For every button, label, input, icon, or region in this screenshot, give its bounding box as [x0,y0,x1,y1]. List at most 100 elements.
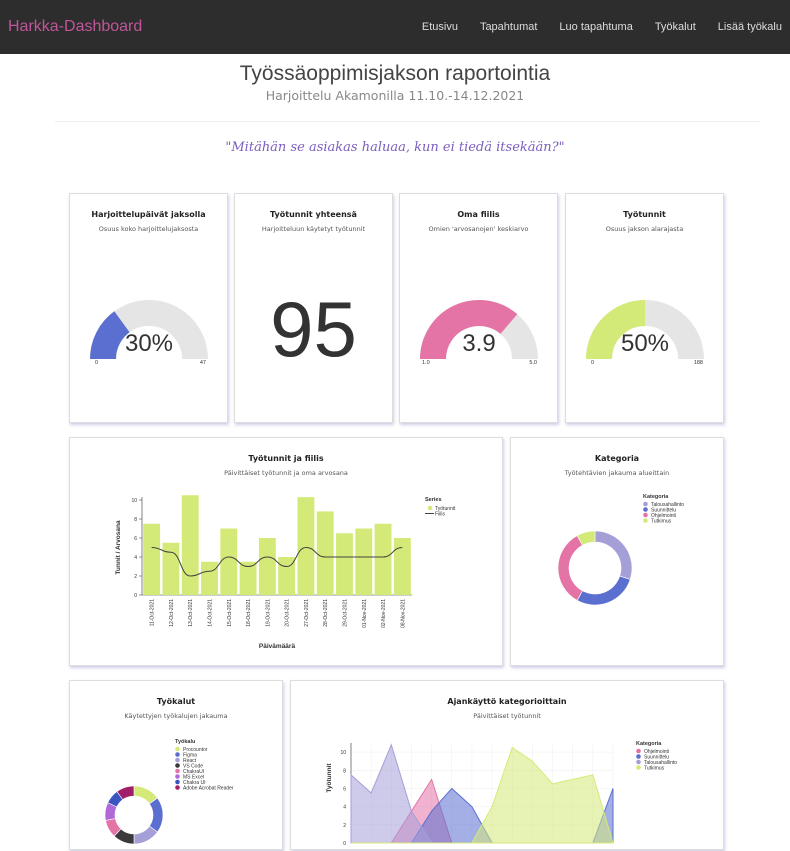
y-tick-label: 8 [343,768,346,774]
legend-swatch [175,746,180,752]
x-tick-label: 29-Oct-2021 [343,599,349,627]
gauge-max: 47 [200,360,206,366]
divider [55,121,760,122]
card-title: Työtunnit [623,210,666,219]
gauge-max: 5.0 [529,360,537,366]
nav-item-luo-tapahtuma[interactable]: Luo tapahtuma [559,21,632,33]
x-tick-label: 12-Oct-2021 [169,599,175,627]
hours-pct-gauge-card: Työtunnit Osuus jakson alarajasta 50% 0 … [565,193,724,423]
card-subtitle: Harjoitteluun käytetyt työtunnit [261,225,366,233]
y-tick-label: 4 [343,805,346,811]
mood-gauge: 3.9 1.0 5.0 [420,300,538,366]
legend-label: Tutkimus [651,519,672,525]
card-subtitle: Omien 'arvosanojen' keskiarvo [428,225,529,233]
navbar: Harkka-Dashboard Etusivu Tapahtumat Luo … [0,0,790,54]
legend-title: Series [425,497,442,503]
x-tick-label: 13-Oct-2021 [188,599,194,627]
x-axis-label: Päivämäärä [259,643,296,650]
days-gauge: 30% 0 47 [90,300,208,366]
hours-pct-gauge: 50% 0 188 [586,300,704,366]
chart-subtitle: Päivittäiset työtunnit [473,712,541,720]
card-subtitle: Osuus koko harjoittelujaksosta [98,225,199,233]
legend-swatch [636,759,641,765]
bar [336,533,353,595]
brand-link[interactable]: Harkka-Dashboard [8,18,142,36]
nav-item-tapahtumat[interactable]: Tapahtumat [480,21,537,33]
hours-mood-chart-card: Työtunnit ja fiilis Päivittäiset työtunn… [69,437,503,666]
hours-total-card: Työtunnit yhteensä Harjoitteluun käytety… [234,193,393,423]
quote: "Mitähän se asiakas haluaa, kun ei tiedä… [225,140,565,155]
chart-title: Työkalut [156,697,196,706]
y-tick-label: 10 [340,750,346,756]
x-tick-label: 18-Oct-2021 [246,599,252,627]
bar [393,538,411,595]
legend-title: Kategoria [643,494,669,500]
time-by-category-card: Ajankäyttö kategorioittain Päivittäiset … [290,680,724,850]
legend-swatch [175,768,180,774]
gauge-min: 0 [591,360,594,366]
x-tick-label: 14-Oct-2021 [208,599,214,627]
y-tick-label: 0 [134,593,137,599]
hours-mood-chart: 0 2 4 6 8 10 11-Oct-2021 12-Oct-2021 13-Oct-2021… [115,495,456,650]
card-title: Työtunnit yhteensä [270,210,357,219]
legend-swatch [636,754,641,759]
nav-item-etusivu[interactable]: Etusivu [422,21,458,33]
chart-title: Kategoria [594,454,640,463]
legend-label: Adobe Acrobat Reader [183,786,234,792]
donut-slice [148,797,164,833]
legend-title: Työkalu [175,739,195,745]
bar [316,511,334,595]
card-subtitle: Osuus jakson alarajasta [605,225,684,233]
legend-swatch [175,752,180,757]
donut-slice [576,575,631,606]
x-tick-label: 15-Oct-2021 [227,599,233,627]
bar [220,528,238,595]
y-tick-label: 8 [134,517,137,523]
legend-swatch [636,748,641,754]
page-subtitle: Harjoittelu Akamonilla 11.10.-14.12.2021 [265,88,525,103]
y-tick-label: 10 [131,498,137,504]
tools-donut-chart: TyökaluProcountorFigmaReactVS CodeChakra… [104,739,234,845]
x-tick-label: 01-Nov-2021 [362,599,368,628]
legend-swatch [643,518,648,523]
bar [355,528,373,595]
chart-subtitle: Työtehtävien jakauma alueittain [564,469,670,477]
gauge-value: 3.9 [462,330,495,357]
page-header: Työssäoppimisjakson raportointia Harjoit… [0,62,790,103]
y-axis-label: Tunnit / Arvosana [115,520,122,575]
gauge-max: 188 [694,360,703,366]
donut-slice [594,530,633,580]
nav-item-lisaa-tyokalu[interactable]: Lisää työkalu [718,21,782,33]
bar [374,523,392,595]
y-tick-label: 4 [134,555,137,561]
y-tick-label: 2 [343,823,346,829]
gauge-min: 0 [95,360,98,366]
donut-slice [557,535,583,601]
x-tick-label: 19-Oct-2021 [265,599,271,627]
category-chart-card: Kategoria Työtehtävien jakauma alueittai… [510,437,724,666]
legend-swatch [175,785,180,790]
bar [201,561,218,595]
gauge-min: 1.0 [422,360,430,366]
y-axis-label: Työtunnit [326,763,333,793]
legend-swatch [175,779,180,785]
nav-item-tyokalut[interactable]: Työkalut [655,21,696,33]
bar [258,538,276,595]
category-donut-chart: KategoriaTalousahallintoSuunnitteluOhjel… [557,494,684,606]
bar [162,542,180,595]
legend-swatch [427,505,433,511]
legend-swatch [643,507,648,512]
legend-label: Tutkimus [644,766,665,772]
time-by-category-chart: 0246810TyötunnitKategoriaOhjelmointiSuun… [326,741,677,847]
chart-subtitle: Käytettyjen työkalujen jakauma [124,712,228,720]
chart-title: Ajankäyttö kategorioittain [447,697,567,706]
y-tick-label: 2 [134,574,137,580]
page-title: Työssäoppimisjakson raportointia [239,62,551,85]
bar [297,497,315,595]
card-title: Harjoittelupäivät jaksolla [91,210,206,219]
chart-title: Työtunnit ja fiilis [248,454,324,463]
y-tick-label: 6 [134,536,137,542]
bar [181,495,199,595]
legend-swatch [636,765,641,770]
y-tick-label: 6 [343,786,346,792]
